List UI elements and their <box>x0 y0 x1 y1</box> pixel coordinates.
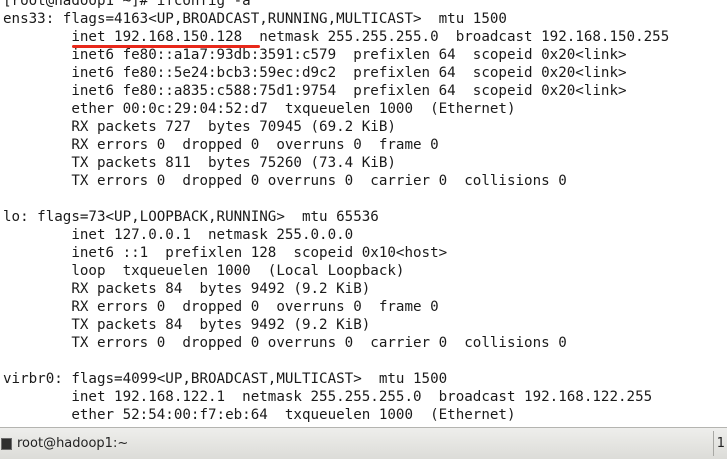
terminal-line: TX packets 811 bytes 75260 (73.4 KiB) <box>3 155 396 171</box>
terminal-line: inet6 fe80::a1a7:93db:3591:c579 prefixle… <box>3 47 627 63</box>
terminal-line: ether 52:54:00:f7:eb:64 txqueuelen 1000 … <box>3 407 516 423</box>
terminal-line: RX packets 84 bytes 9492 (9.2 KiB) <box>3 281 371 297</box>
terminal-line: virbr0: flags=4099<UP,BROADCAST,MULTICAS… <box>3 371 448 387</box>
inet-address-underline-annotation <box>72 45 260 48</box>
terminal-line: loop txqueuelen 1000 (Local Loopback) <box>3 263 405 279</box>
terminal-line: ens33: flags=4163<UP,BROADCAST,RUNNING,M… <box>3 11 507 27</box>
terminal-line: inet6 fe80::a835:c588:75d1:9754 prefixle… <box>3 83 627 99</box>
workspace-switcher[interactable]: 1 <box>713 431 727 456</box>
terminal-line: TX packets 84 bytes 9492 (9.2 KiB) <box>3 317 371 333</box>
terminal-line: RX packets 727 bytes 70945 (69.2 KiB) <box>3 119 396 135</box>
terminal-line: [root@hadoop1 ~]# ifconfig -a <box>3 0 251 9</box>
terminal-line: inet6 ::1 prefixlen 128 scopeid 0x10<hos… <box>3 245 448 261</box>
terminal-line: RX errors 0 dropped 0 overruns 0 frame 0 <box>3 299 439 315</box>
terminal-icon <box>1 437 12 450</box>
terminal-line: RX errors 0 dropped 0 overruns 0 frame 0 <box>3 137 439 153</box>
taskbar-window-button[interactable]: root@hadoop1:~ <box>0 431 210 456</box>
terminal-line: TX errors 0 dropped 0 overruns 0 carrier… <box>3 173 567 189</box>
terminal-line: inet 127.0.0.1 netmask 255.0.0.0 <box>3 227 354 243</box>
taskbar: root@hadoop1:~ 1 <box>0 427 727 459</box>
terminal-line: inet 192.168.122.1 netmask 255.255.255.0… <box>3 389 653 405</box>
terminal-window[interactable]: [root@hadoop1 ~]# ifconfig -a ens33: flag… <box>0 0 727 427</box>
terminal-line: TX errors 0 dropped 0 overruns 0 carrier… <box>3 335 567 351</box>
terminal-line: inet6 fe80::5e24:bcb3:59ec:d9c2 prefixle… <box>3 65 627 81</box>
terminal-line: inet 192.168.150.128 netmask 255.255.255… <box>3 29 670 45</box>
terminal-line: ether 00:0c:29:04:52:d7 txqueuelen 1000 … <box>3 101 516 117</box>
terminal-line: lo: flags=73<UP,LOOPBACK,RUNNING> mtu 65… <box>3 209 379 225</box>
taskbar-window-label: root@hadoop1:~ <box>17 436 129 451</box>
